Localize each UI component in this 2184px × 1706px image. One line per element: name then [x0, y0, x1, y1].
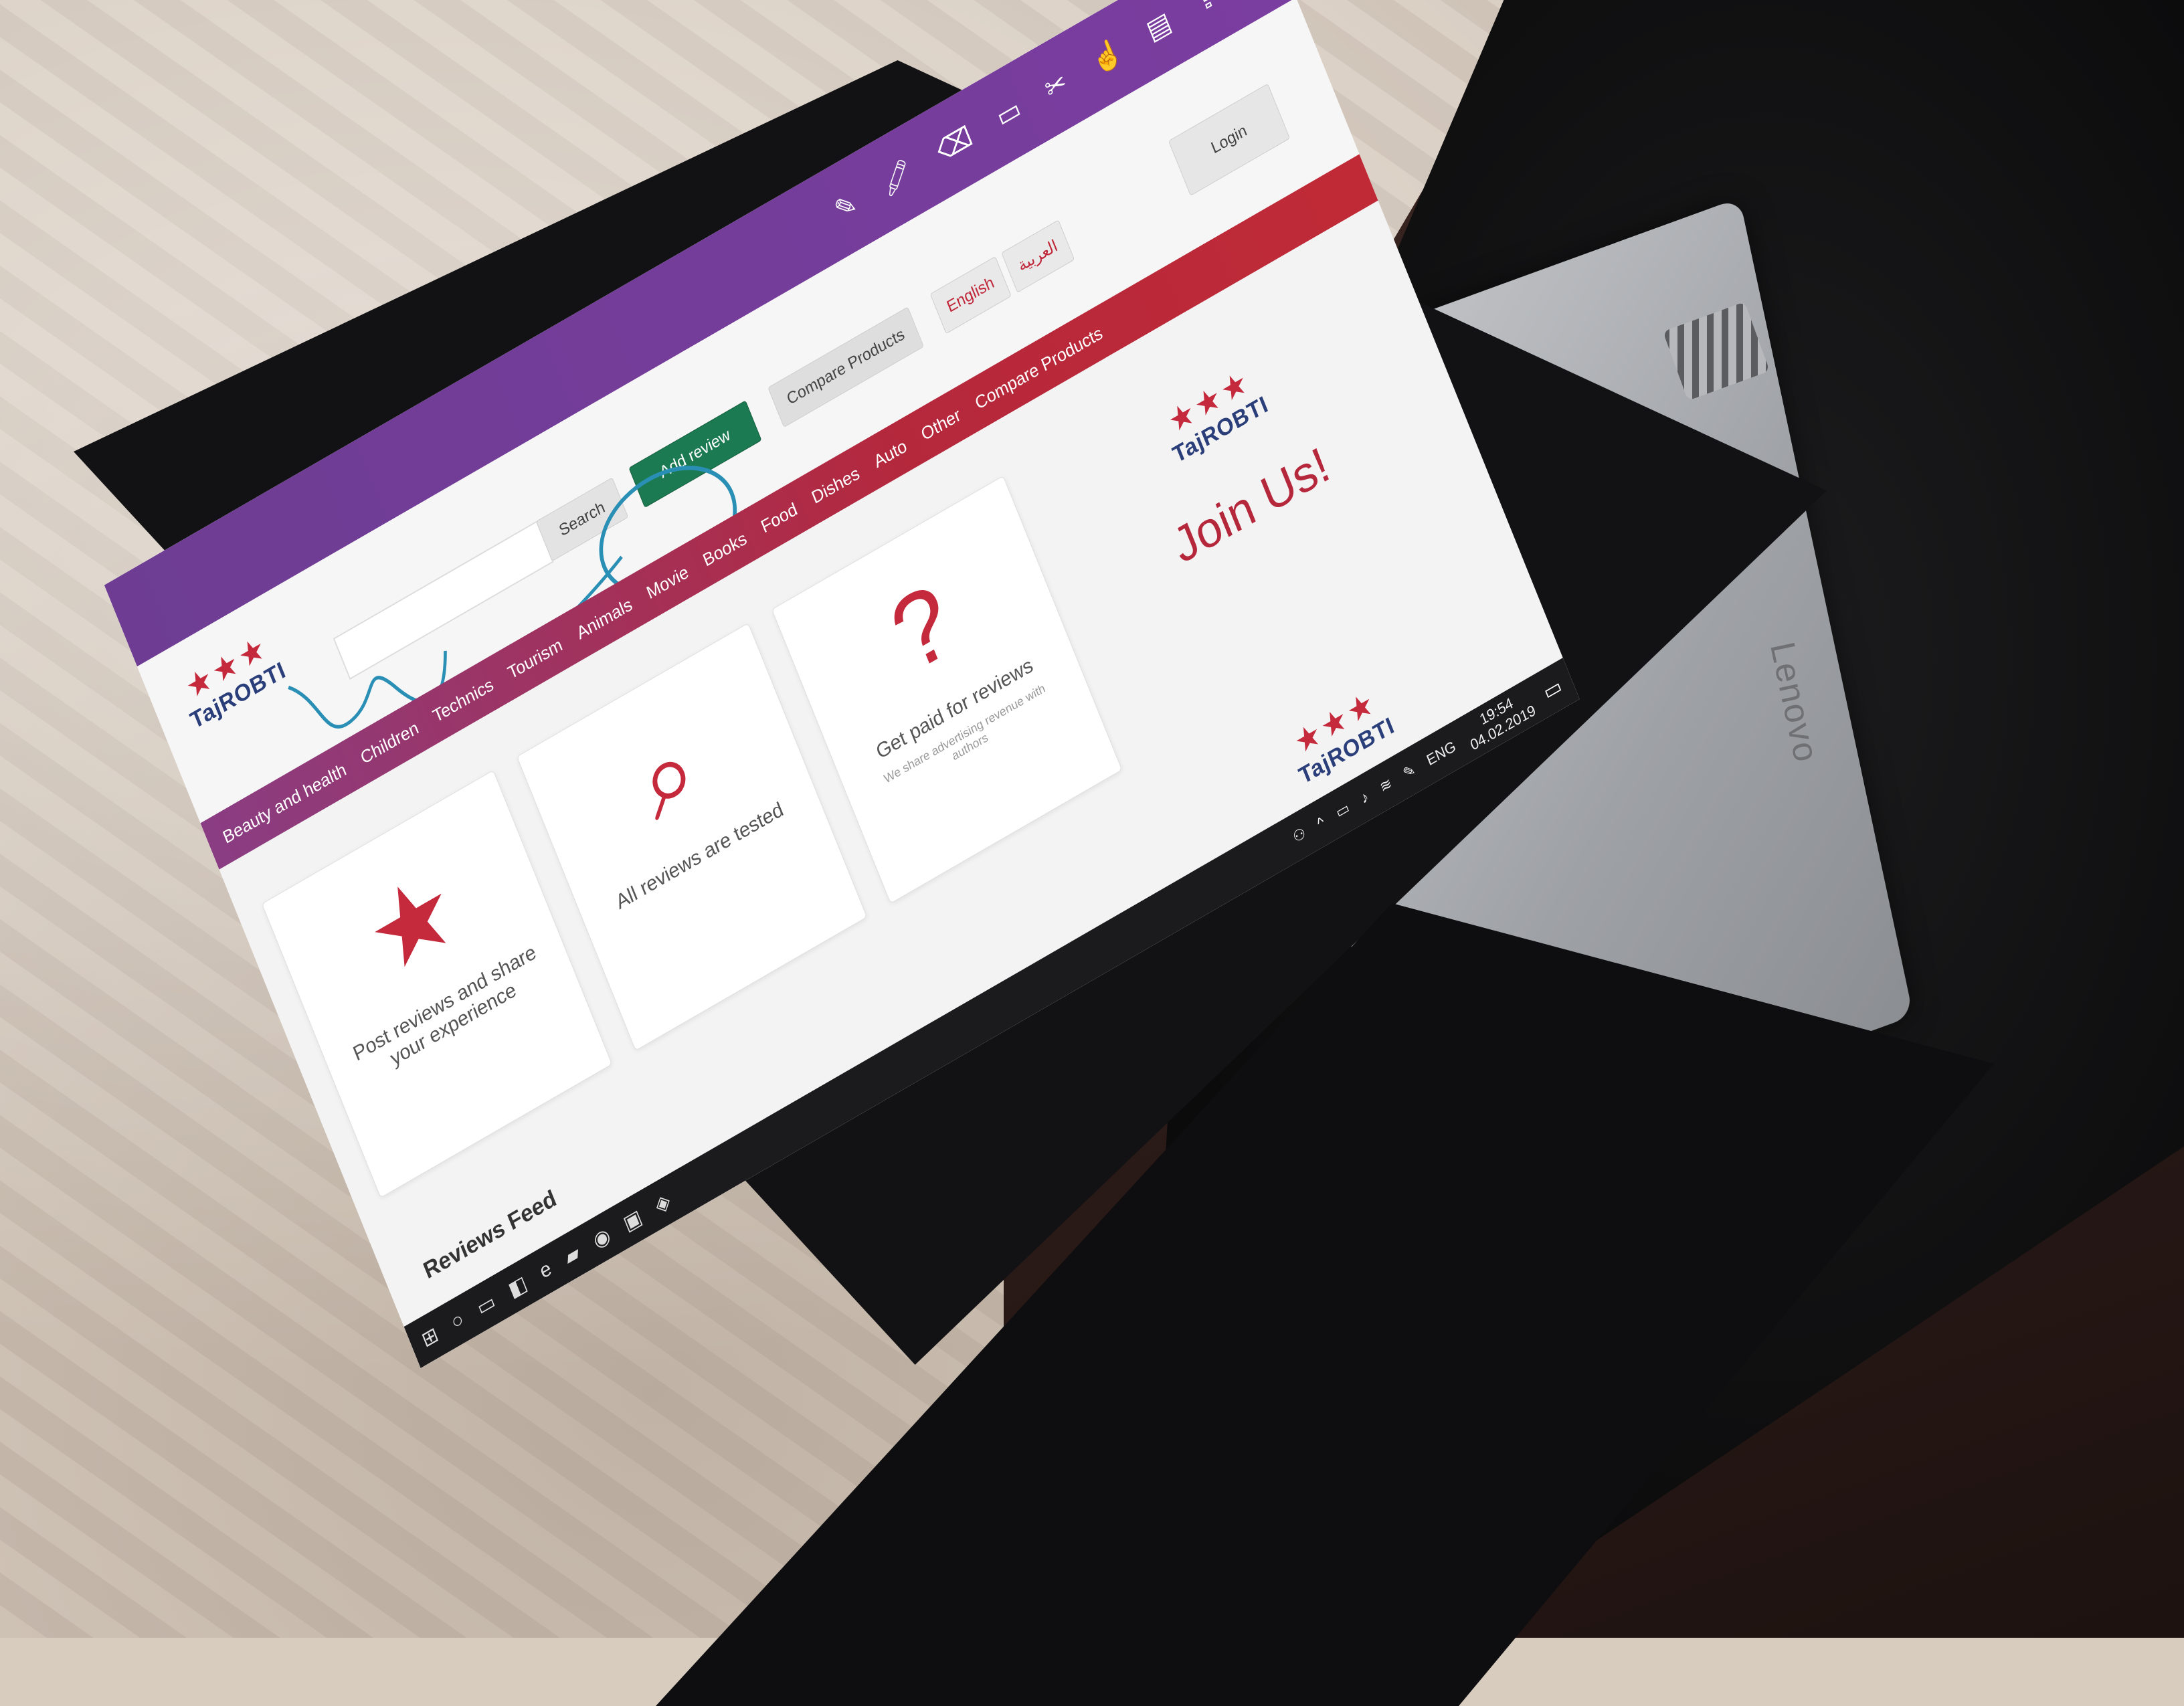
clip-icon[interactable]: ✂: [1040, 65, 1072, 108]
app-icon[interactable]: ◧: [505, 1271, 531, 1303]
nav-item-food[interactable]: Food: [758, 498, 800, 538]
nav-item-other[interactable]: Other: [918, 404, 964, 446]
join-section: ★★★ TajROBTI Join Us!: [1069, 307, 1394, 608]
pen-tray-icon[interactable]: ✎: [1400, 761, 1418, 783]
pen-icon[interactable]: ✎: [830, 186, 862, 229]
search-button[interactable]: Search: [535, 477, 629, 562]
chrome-icon[interactable]: ◉: [589, 1223, 614, 1254]
compare-products-button[interactable]: Compare Products: [767, 306, 925, 428]
wifi-icon[interactable]: ≋: [1377, 774, 1394, 797]
taskview-icon[interactable]: ▭: [474, 1289, 499, 1321]
notification-icon[interactable]: ▭: [1540, 674, 1565, 705]
explorer-icon[interactable]: e: [537, 1257, 555, 1284]
english-button[interactable]: English: [929, 256, 1012, 335]
arabic-button[interactable]: العربية: [1000, 219, 1075, 293]
folder-icon[interactable]: ▰: [561, 1240, 583, 1270]
eraser-icon[interactable]: ⌫: [932, 119, 978, 169]
nav-item-movie[interactable]: Movie: [644, 561, 692, 603]
volume-icon[interactable]: ♪: [1358, 787, 1371, 808]
site-logo[interactable]: ★★★ TajROBTI: [171, 622, 292, 737]
battery-icon[interactable]: ▭: [1334, 799, 1352, 822]
close-annotation-icon[interactable]: ✕: [1224, 0, 1274, 3]
comment-icon[interactable]: ▭: [992, 91, 1026, 135]
nav-item-books[interactable]: Books: [700, 527, 749, 571]
login-button[interactable]: Login: [1168, 83, 1291, 196]
nav-item-dishes[interactable]: Dishes: [808, 462, 862, 508]
save-icon[interactable]: ▤: [1142, 5, 1176, 49]
nav-item-auto[interactable]: Auto: [871, 435, 909, 472]
add-review-button[interactable]: Add review: [628, 400, 762, 508]
chevron-up-icon[interactable]: ^: [1315, 813, 1328, 833]
search-icon[interactable]: ○: [448, 1308, 468, 1335]
start-icon[interactable]: ⊞: [418, 1322, 442, 1352]
touch-icon[interactable]: ☝: [1086, 33, 1127, 81]
store-icon[interactable]: ▣: [620, 1205, 645, 1236]
browser-icon[interactable]: ◈: [652, 1188, 674, 1218]
people-icon[interactable]: ⚇: [1291, 824, 1309, 846]
share-icon[interactable]: ⇪: [1190, 0, 1222, 21]
highlighter-icon[interactable]: 🖍: [876, 154, 918, 202]
language-indicator[interactable]: ENG: [1424, 737, 1458, 769]
language-switcher: English العربية: [929, 219, 1075, 335]
